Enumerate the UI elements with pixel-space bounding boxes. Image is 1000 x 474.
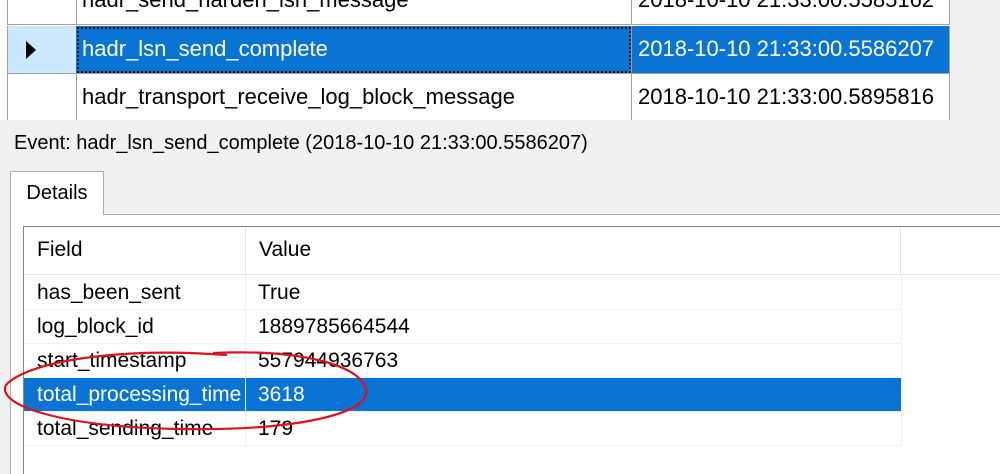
- field-cell[interactable]: total_sending_time: [24, 412, 246, 446]
- field-cell[interactable]: start_timestamp: [24, 344, 246, 378]
- row-header[interactable]: [7, 0, 77, 25]
- details-row[interactable]: total_sending_time 179: [24, 412, 1000, 446]
- value-cell[interactable]: 3618: [246, 378, 902, 412]
- event-name-cell[interactable]: hadr_send_harden_lsn_message: [76, 0, 632, 25]
- event-row-selected[interactable]: hadr_lsn_send_complete 2018-10-10 21:33:…: [0, 26, 950, 74]
- details-grid: Field Value has_been_sent True log_block…: [23, 226, 1000, 474]
- event-name-cell[interactable]: hadr_lsn_send_complete: [76, 26, 632, 74]
- event-row[interactable]: hadr_transport_receive_log_block_message…: [0, 74, 950, 120]
- details-row[interactable]: has_been_sent True: [24, 276, 1000, 310]
- event-grid: hadr_send_harden_lsn_message 2018-10-10 …: [0, 0, 950, 120]
- event-timestamp-cell[interactable]: 2018-10-10 21:33:00.5586207: [632, 26, 950, 74]
- event-timestamp-cell[interactable]: 2018-10-10 21:33:00.5895816: [632, 74, 950, 120]
- event-row[interactable]: hadr_send_harden_lsn_message 2018-10-10 …: [0, 0, 950, 25]
- grid-background: [950, 0, 1000, 120]
- field-cell[interactable]: total_processing_time: [24, 378, 246, 412]
- value-cell[interactable]: 557944936763: [246, 344, 902, 378]
- current-row-icon: [26, 41, 36, 59]
- value-cell[interactable]: 179: [246, 412, 902, 446]
- details-header-row: Field Value: [24, 227, 1000, 275]
- row-header[interactable]: [7, 26, 77, 74]
- field-cell[interactable]: log_block_id: [24, 310, 246, 344]
- event-summary: Event: hadr_lsn_send_complete (2018-10-1…: [14, 132, 588, 154]
- details-row-selected[interactable]: total_processing_time 3618: [24, 378, 1000, 412]
- event-name-cell[interactable]: hadr_transport_receive_log_block_message: [76, 74, 632, 120]
- event-timestamp-cell[interactable]: 2018-10-10 21:33:00.5585162: [632, 0, 950, 25]
- column-header-field[interactable]: Field: [24, 227, 246, 274]
- tab-details[interactable]: Details: [10, 171, 104, 215]
- details-row[interactable]: start_timestamp 557944936763: [24, 344, 1000, 378]
- value-cell[interactable]: True: [246, 276, 902, 310]
- field-cell[interactable]: has_been_sent: [24, 276, 246, 310]
- details-row[interactable]: log_block_id 1889785664544: [24, 310, 1000, 344]
- value-cell[interactable]: 1889785664544: [246, 310, 902, 344]
- column-header-value[interactable]: Value: [246, 227, 901, 274]
- row-header[interactable]: [7, 74, 77, 120]
